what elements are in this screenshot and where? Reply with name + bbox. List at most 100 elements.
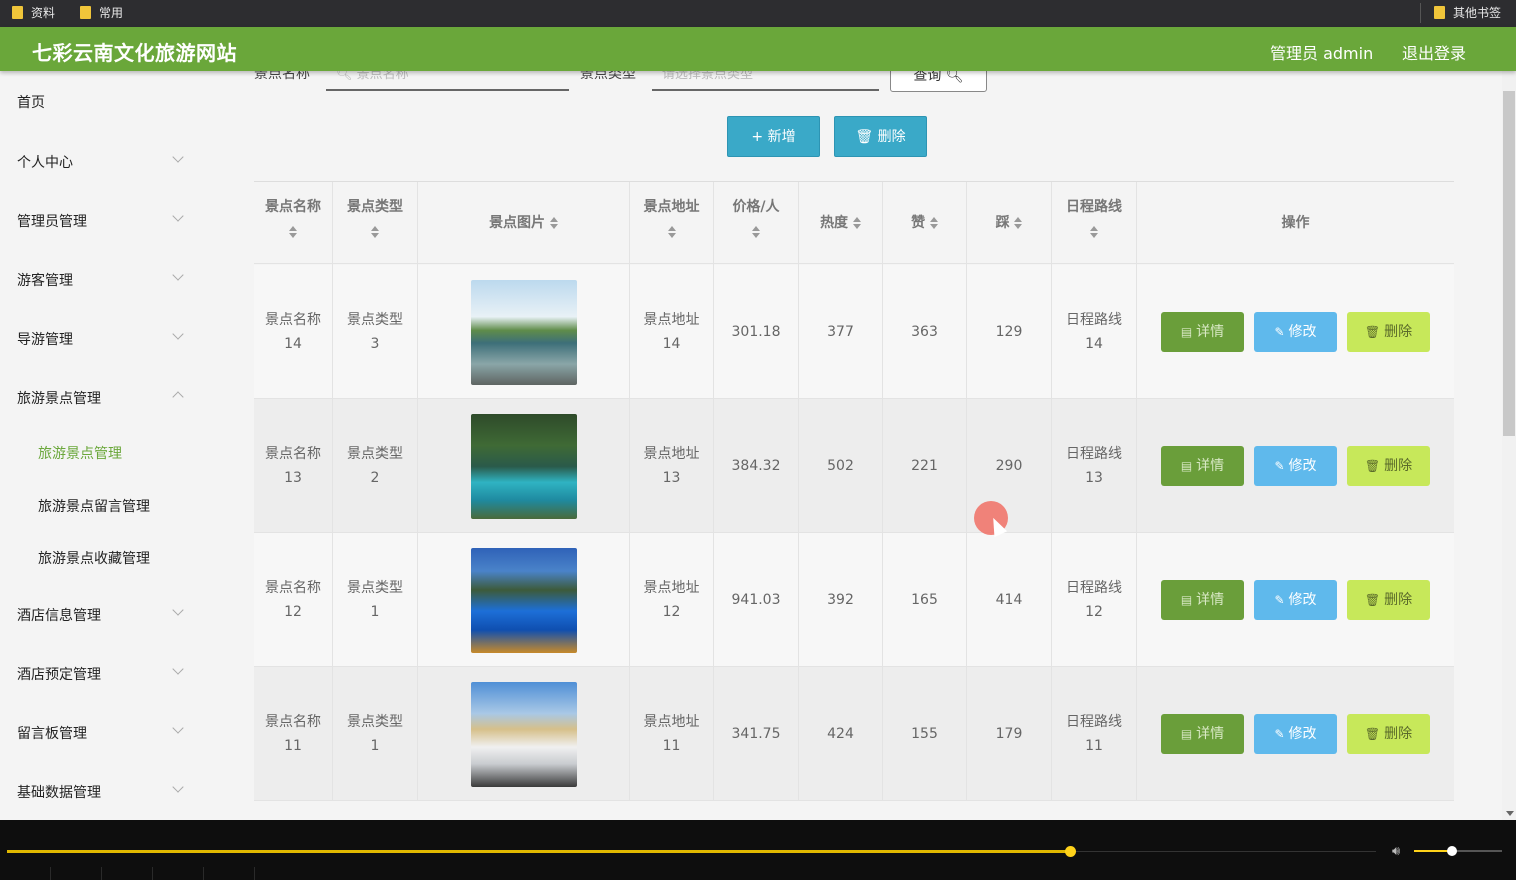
add-button[interactable]: + 新增 bbox=[727, 116, 820, 157]
detail-button[interactable]: ▤ 详情 bbox=[1161, 312, 1244, 352]
detail-button-label: 详情 bbox=[1196, 726, 1225, 742]
search-placeholder: 景点名称 bbox=[356, 71, 409, 82]
route-text: 日程路线 bbox=[1066, 714, 1122, 730]
delete-selected-button[interactable]: 🗑︎ 删除 bbox=[834, 116, 927, 157]
chevron-down-icon bbox=[172, 151, 184, 163]
bookmark-divider bbox=[1420, 3, 1421, 23]
detail-button[interactable]: ▤ 详情 bbox=[1161, 580, 1244, 620]
delete-button[interactable]: 🗑︎ 删除 bbox=[1347, 312, 1430, 352]
video-player-bar: 🔊︎ bbox=[0, 820, 1516, 880]
delete-button-label: 删除 bbox=[1384, 726, 1413, 742]
sidebar-item-admins[interactable]: 管理员管理 bbox=[17, 211, 87, 231]
progress-track[interactable] bbox=[1076, 851, 1376, 852]
attraction-thumbnail[interactable] bbox=[470, 547, 577, 653]
delete-button-label: 删除 bbox=[1384, 592, 1413, 608]
volume-icon[interactable]: 🔊︎ bbox=[1392, 844, 1400, 859]
column-header-dislike[interactable]: 踩 bbox=[967, 182, 1052, 265]
sort-icon[interactable] bbox=[752, 226, 760, 238]
delete-button[interactable]: 🗑︎ 删除 bbox=[1347, 714, 1430, 754]
cell-route: 日程路线 14 bbox=[1052, 265, 1137, 399]
bookmark-folder[interactable]: 资料 bbox=[12, 4, 55, 21]
progress-fill[interactable] bbox=[7, 850, 1070, 853]
sort-icon[interactable] bbox=[289, 226, 297, 238]
sidebar-item-visitors[interactable]: 游客管理 bbox=[17, 270, 73, 290]
chevron-down-icon bbox=[172, 328, 184, 340]
sort-icon[interactable] bbox=[549, 217, 558, 229]
dislike-value: 129 bbox=[995, 324, 1023, 340]
cell-address: 景点地址 11 bbox=[630, 667, 714, 801]
column-header-like[interactable]: 赞 bbox=[883, 182, 967, 265]
admin-label: 管理员 admin bbox=[1270, 44, 1374, 63]
like-value: 165 bbox=[911, 592, 938, 608]
bookmark-folder-other[interactable]: 其他书签 bbox=[1434, 4, 1501, 21]
dislike-value: 290 bbox=[995, 458, 1023, 474]
document-icon: ▤ bbox=[1180, 325, 1193, 339]
detail-button[interactable]: ▤ 详情 bbox=[1161, 714, 1244, 754]
sort-icon[interactable] bbox=[1090, 226, 1098, 238]
heat-value: 502 bbox=[827, 458, 854, 474]
column-header-heat[interactable]: 热度 bbox=[799, 182, 883, 265]
route-number: 14 bbox=[1085, 336, 1103, 352]
cell-type: 景点类型 2 bbox=[333, 399, 418, 533]
bookmark-folder[interactable]: 常用 bbox=[80, 4, 123, 21]
sidebar-item-message-board[interactable]: 留言板管理 bbox=[17, 723, 87, 743]
column-header-name[interactable]: 景点名称 bbox=[254, 182, 333, 265]
attraction-thumbnail[interactable] bbox=[470, 681, 577, 787]
edit-button[interactable]: ✎ 修改 bbox=[1254, 446, 1337, 486]
cell-type: 景点类型 3 bbox=[333, 265, 418, 399]
sort-icon[interactable] bbox=[929, 217, 938, 229]
detail-button-label: 详情 bbox=[1196, 592, 1225, 608]
detail-button[interactable]: ▤ 详情 bbox=[1161, 446, 1244, 486]
column-header-actions: 操作 bbox=[1281, 215, 1310, 231]
column-header-type[interactable]: 景点类型 bbox=[333, 182, 418, 265]
sidebar-item-base-data[interactable]: 基础数据管理 bbox=[17, 782, 101, 802]
sidebar-subitem-attractions[interactable]: 旅游景点管理 bbox=[38, 443, 122, 463]
search-icon: 🔍︎ bbox=[336, 71, 353, 82]
progress-knob[interactable] bbox=[1065, 846, 1076, 857]
sidebar-subitem-attraction-messages[interactable]: 旅游景点留言管理 bbox=[38, 496, 150, 516]
column-header-price[interactable]: 价格/人 bbox=[714, 182, 799, 265]
sidebar-item-hotel-bookings[interactable]: 酒店预定管理 bbox=[17, 664, 101, 684]
delete-button[interactable]: 🗑︎ 删除 bbox=[1347, 580, 1430, 620]
column-header-route[interactable]: 日程路线 bbox=[1052, 182, 1137, 265]
chevron-down-icon bbox=[172, 269, 184, 281]
scrollbar-thumb[interactable] bbox=[1503, 91, 1515, 436]
sidebar-item-attractions[interactable]: 旅游景点管理 bbox=[17, 388, 101, 408]
volume-knob[interactable] bbox=[1447, 846, 1457, 856]
edit-button-label: 修改 bbox=[1288, 458, 1317, 474]
sidebar-subitem-attraction-favorites[interactable]: 旅游景点收藏管理 bbox=[38, 548, 150, 568]
search-type-label: 景点类型 bbox=[580, 71, 636, 82]
scroll-down-icon[interactable] bbox=[1506, 811, 1514, 816]
pencil-icon: ✎ bbox=[1274, 459, 1285, 473]
price-value: 341.75 bbox=[731, 726, 781, 742]
table-row: 景点名称 12 景点类型 1 景点地址 12 941.03 392 165 414 日程路线 12 ▤ 详… bbox=[254, 533, 1454, 667]
search-name-input[interactable]: 🔍︎ 景点名称 bbox=[326, 71, 569, 91]
sidebar-item-guides[interactable]: 导游管理 bbox=[17, 329, 73, 349]
edit-button[interactable]: ✎ 修改 bbox=[1254, 580, 1337, 620]
type-text: 景点类型 bbox=[347, 714, 403, 730]
sort-icon[interactable] bbox=[371, 226, 379, 238]
type-number: 3 bbox=[370, 336, 380, 352]
address-text: 景点地址 bbox=[643, 714, 700, 730]
cell-actions: ▤ 详情 ✎ 修改 🗑︎ 删除 bbox=[1137, 533, 1454, 667]
search-type-select[interactable]: 请选择景点类型 bbox=[652, 71, 879, 91]
sort-icon[interactable] bbox=[667, 226, 676, 238]
column-header-address[interactable]: 景点地址 bbox=[630, 182, 714, 265]
column-header-image[interactable]: 景点图片 bbox=[418, 182, 630, 265]
attraction-thumbnail[interactable] bbox=[470, 279, 577, 385]
address-number: 13 bbox=[662, 470, 681, 486]
attraction-thumbnail[interactable] bbox=[470, 413, 577, 519]
edit-button[interactable]: ✎ 修改 bbox=[1254, 312, 1337, 352]
query-button[interactable]: 查询 🔍︎ bbox=[890, 71, 987, 92]
delete-button[interactable]: 🗑︎ 删除 bbox=[1347, 446, 1430, 486]
sort-icon[interactable] bbox=[1014, 217, 1023, 229]
name-text: 景点名称 bbox=[265, 714, 321, 730]
sidebar-item-personal[interactable]: 个人中心 bbox=[17, 152, 73, 172]
sidebar-item-hotels[interactable]: 酒店信息管理 bbox=[17, 605, 101, 625]
sidebar-item-home[interactable]: 首页 bbox=[17, 92, 45, 112]
edit-button[interactable]: ✎ 修改 bbox=[1254, 714, 1337, 754]
logout-link[interactable]: 退出登录 bbox=[1402, 40, 1466, 64]
page-body: 首页 个人中心 管理员管理 游客管理 导游管理 旅游景点管理 旅游景点管理 旅游… bbox=[0, 71, 1516, 820]
sort-icon[interactable] bbox=[852, 217, 861, 229]
cell-image bbox=[418, 533, 630, 667]
